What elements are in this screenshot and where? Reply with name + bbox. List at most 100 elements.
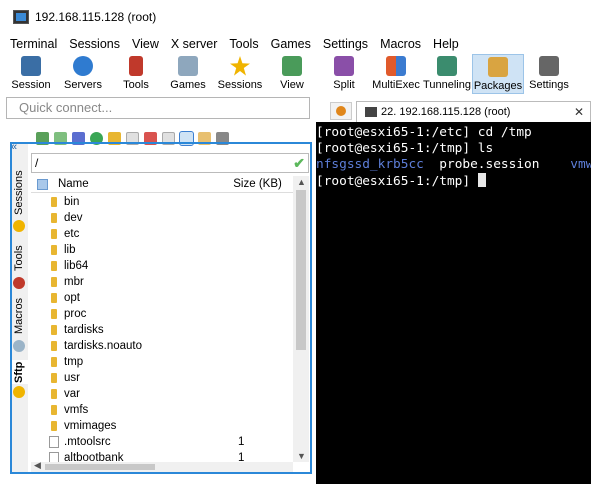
folder-icon xyxy=(51,261,57,271)
side-tab-tools[interactable]: Tools xyxy=(10,240,28,276)
scrollbar-thumb[interactable] xyxy=(296,190,306,350)
folder-row[interactable]: vmfs xyxy=(31,402,293,418)
folder-row[interactable]: lib xyxy=(31,242,293,258)
quick-connect-input[interactable]: Quick connect... xyxy=(6,97,310,119)
terminal-ls-output: nfsgssd_krb5cc probe.session vmw xyxy=(316,157,591,172)
folder-icon xyxy=(51,373,57,383)
file-name: opt xyxy=(64,292,80,304)
terminal-tab-bar: 22. 192.168.115.128 (root) ✕ xyxy=(316,100,591,122)
folder-row[interactable]: tardisks xyxy=(31,322,293,338)
file-name: vmimages xyxy=(64,420,117,432)
close-tab-icon[interactable]: ✕ xyxy=(574,105,584,119)
terminal-line: [root@esxi65-1:/tmp] ls xyxy=(316,141,494,156)
file-list-scrollbar[interactable]: ▲ ▼ xyxy=(293,176,309,462)
side-tab-sessions[interactable]: Sessions xyxy=(10,168,28,218)
menu-macros[interactable]: Macros xyxy=(374,37,427,51)
folder-row[interactable]: lib64 xyxy=(31,258,293,274)
file-row[interactable]: .mtoolsrc 1 xyxy=(31,434,293,450)
terminal-line: [root@esxi65-1:/etc] cd /tmp xyxy=(316,125,532,140)
multiexec-button[interactable]: MultiExec xyxy=(370,54,422,94)
menu-settings[interactable]: Settings xyxy=(317,37,374,51)
side-tab-sftp[interactable]: Sftp xyxy=(10,360,28,384)
home-tab[interactable] xyxy=(330,102,352,120)
folder-icon xyxy=(51,389,57,399)
file-name: lib xyxy=(64,244,76,256)
go-home-icon[interactable] xyxy=(72,132,85,145)
servers-button[interactable]: Servers xyxy=(56,54,110,94)
tunneling-icon xyxy=(437,56,457,76)
menu-tools[interactable]: Tools xyxy=(223,37,264,51)
folder-row[interactable]: usr xyxy=(31,370,293,386)
checkmark-icon[interactable]: ✔ xyxy=(293,155,305,172)
path-field[interactable]: / ✔ xyxy=(31,153,309,173)
ls-entry-dir: nfsgssd_krb5cc xyxy=(316,157,424,172)
file-list: Name Size (KB) bin dev etc lib lib64 mbr opt pr… xyxy=(31,176,293,462)
folder-row[interactable]: var xyxy=(31,386,293,402)
menu-sessions[interactable]: Sessions xyxy=(63,37,126,51)
terminal-view[interactable]: [root@esxi65-1:/etc] cd /tmp [root@esxi6… xyxy=(316,122,591,484)
new-folder-icon[interactable] xyxy=(108,132,121,145)
search-icon[interactable] xyxy=(198,132,211,145)
file-name: altbootbank xyxy=(64,452,124,462)
menu-terminal[interactable]: Terminal xyxy=(4,37,63,51)
folder-row[interactable]: dev xyxy=(31,210,293,226)
file-name: tardisks.noauto xyxy=(64,340,142,352)
folder-row[interactable]: vmimages xyxy=(31,418,293,434)
sessions-star-icon xyxy=(13,220,25,232)
session-button[interactable]: Session xyxy=(6,54,56,94)
sessions-button-label: Sessions xyxy=(217,79,263,91)
folder-row[interactable]: opt xyxy=(31,290,293,306)
side-tab-macros[interactable]: Macros xyxy=(10,296,28,336)
folder-icon xyxy=(51,229,57,239)
file-name: vmfs xyxy=(64,404,89,416)
file-list-hscrollbar[interactable]: ◀ xyxy=(31,460,293,472)
terminal-prompt: [root@esxi65-1:/tmp] xyxy=(316,174,478,189)
view-mode-icon[interactable] xyxy=(179,131,194,146)
upload-icon[interactable] xyxy=(36,132,49,145)
refresh-icon[interactable] xyxy=(90,132,103,145)
folder-icon xyxy=(51,277,57,287)
menu-help[interactable]: Help xyxy=(427,37,465,51)
games-button[interactable]: Games xyxy=(162,54,214,94)
folder-row[interactable]: etc xyxy=(31,226,293,242)
column-header-size[interactable]: Size (KB) xyxy=(233,178,293,190)
select-all-icon[interactable] xyxy=(37,178,48,190)
settings-button[interactable]: Settings xyxy=(524,54,574,94)
games-button-label: Games xyxy=(170,79,206,91)
file-row[interactable]: altbootbank 1 xyxy=(31,450,293,462)
menu-bar: Terminal Sessions View X server Tools Ga… xyxy=(0,34,591,54)
split-button[interactable]: Split xyxy=(318,54,370,94)
new-file-icon[interactable] xyxy=(126,132,139,145)
settings-button-label: Settings xyxy=(529,79,569,91)
scroll-down-icon[interactable]: ▼ xyxy=(297,451,306,461)
folder-row[interactable]: mbr xyxy=(31,274,293,290)
folder-row[interactable]: bin xyxy=(31,194,293,210)
rename-icon[interactable] xyxy=(162,132,175,145)
folder-row[interactable]: tardisks.noauto xyxy=(31,338,293,354)
terminal-follow-icon[interactable] xyxy=(216,132,229,145)
file-name: mbr xyxy=(64,276,84,288)
tab-terminal-session[interactable]: 22. 192.168.115.128 (root) ✕ xyxy=(356,101,591,122)
folder-row[interactable]: tmp xyxy=(31,354,293,370)
servers-icon xyxy=(73,56,93,76)
scroll-left-icon[interactable]: ◀ xyxy=(34,460,41,471)
delete-icon[interactable] xyxy=(144,132,157,145)
tunneling-button[interactable]: Tunneling xyxy=(422,54,472,94)
download-icon[interactable] xyxy=(54,132,67,145)
scroll-up-icon[interactable]: ▲ xyxy=(297,177,306,187)
view-button[interactable]: View xyxy=(266,54,318,94)
sessions-button[interactable]: Sessions xyxy=(214,54,266,94)
folder-row[interactable]: proc xyxy=(31,306,293,322)
menu-x-server[interactable]: X server xyxy=(165,37,224,51)
column-header-name[interactable]: Name xyxy=(58,178,233,190)
menu-games[interactable]: Games xyxy=(265,37,317,51)
menu-view[interactable]: View xyxy=(126,37,165,51)
multiexec-icon xyxy=(386,56,406,76)
terminal-prompt-line: [root@esxi65-1:/tmp] xyxy=(316,173,486,189)
packages-button[interactable]: Packages xyxy=(472,54,524,94)
file-name: tardisks xyxy=(64,324,104,336)
folder-icon xyxy=(51,325,57,335)
tools-button[interactable]: Tools xyxy=(110,54,162,94)
collapse-sidebar-icon[interactable]: « xyxy=(11,141,17,153)
hscrollbar-thumb[interactable] xyxy=(45,464,155,470)
